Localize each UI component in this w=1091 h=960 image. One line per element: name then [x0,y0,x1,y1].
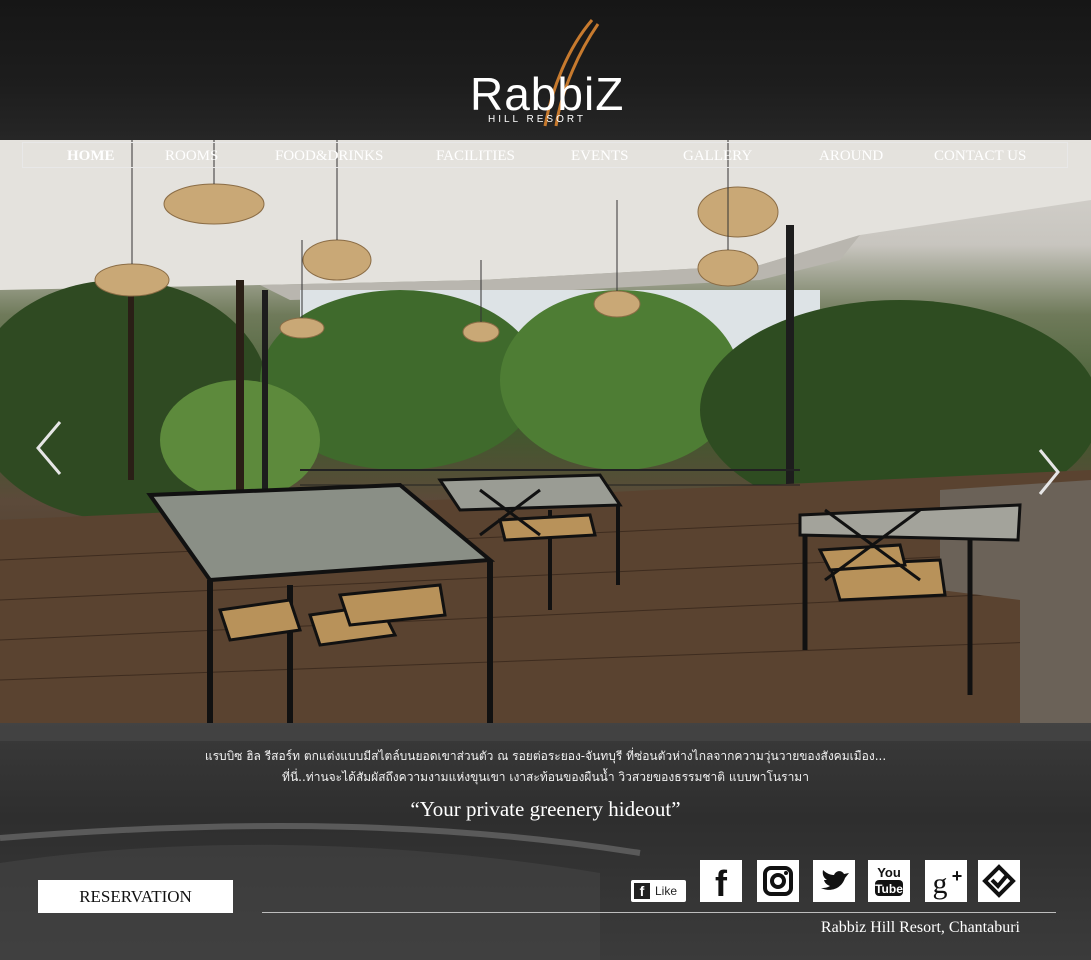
logo[interactable]: RabbiZ HILL RESORT [470,18,630,130]
nav-around[interactable]: AROUND [819,147,883,165]
intro-line-1: แรบบิซ ฮิล รีสอร์ท ตกแต่งแบบมีสไตล์บนยอด… [204,749,887,763]
reservation-button[interactable]: RESERVATION [38,880,233,913]
intro-line-2: ที่นี่..ท่านจะได้สัมผัสถึงความงามแห่งขุน… [282,770,809,784]
facebook-icon[interactable]: f [700,860,742,902]
svg-text:g: g [933,867,948,900]
google-plus-icon[interactable]: g + [925,860,967,902]
facebook-like-button[interactable]: f Like [631,880,686,902]
footer-divider [262,912,1056,913]
svg-text:Tube: Tube [875,882,903,896]
nav-events[interactable]: EVENTS [571,147,629,165]
twitter-icon[interactable] [813,860,855,902]
chevron-right-icon[interactable] [1034,444,1064,504]
hero-image [0,140,1091,723]
foursquare-icon[interactable] [978,860,1020,902]
nav-food-drinks[interactable]: FOOD&DRINKS [275,147,383,165]
nav-contact-us[interactable]: CONTACT US [934,147,1026,165]
svg-text:f: f [715,863,728,902]
main-nav: HOME ROOMS FOOD&DRINKS FACILITIES EVENTS… [22,142,1068,168]
nav-home[interactable]: HOME [67,147,115,165]
logo-subtitle: HILL RESORT [488,114,587,125]
svg-text:You: You [877,865,901,880]
instagram-icon[interactable] [757,860,799,902]
footer-location: Rabbiz Hill Resort, Chantaburi [820,919,1020,936]
facebook-small-icon: f [634,883,650,899]
nav-rooms[interactable]: ROOMS [165,147,218,165]
youtube-icon[interactable]: You Tube [868,860,910,902]
logo-wordmark: RabbiZ [470,68,625,120]
chevron-left-icon[interactable] [34,418,64,478]
hero-slide [0,140,1091,723]
nav-facilities[interactable]: FACILITIES [436,147,515,165]
tagline: “Your private greenery hideout” [410,797,681,821]
nav-gallery[interactable]: GALLERY [683,147,752,165]
like-label: Like [655,884,678,898]
svg-text:+: + [952,866,963,886]
